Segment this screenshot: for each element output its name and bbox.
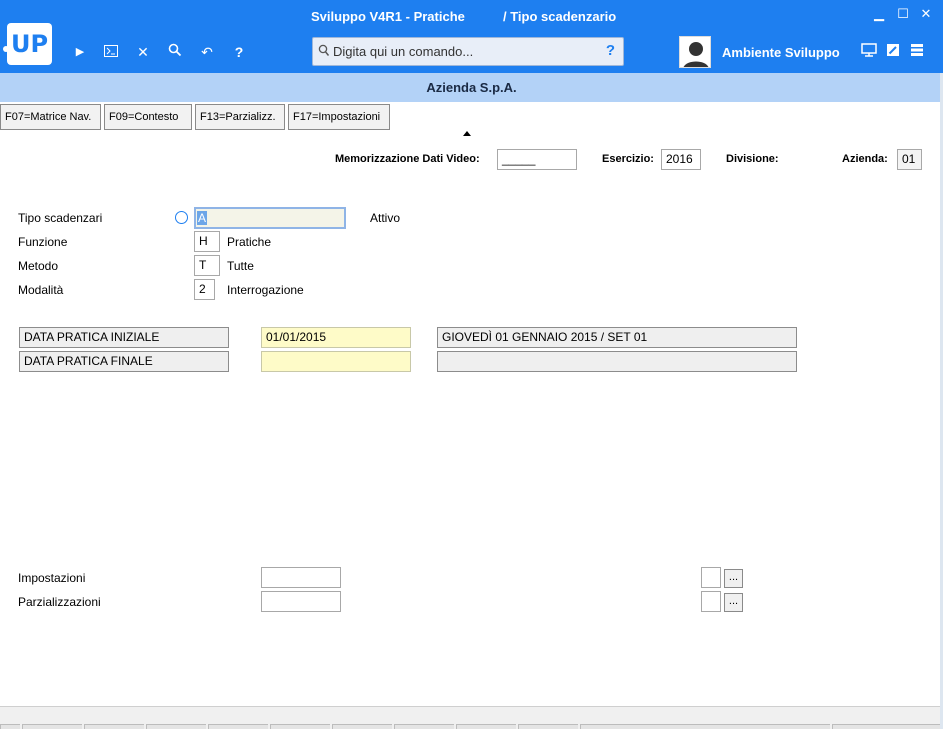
data-pratica-finale-label: DATA PRATICA FINALE	[19, 351, 229, 372]
avatar[interactable]	[679, 36, 711, 68]
help-icon[interactable]: ?	[230, 43, 248, 61]
status-segment	[208, 724, 268, 729]
minimize-icon[interactable]: ▁	[872, 6, 886, 22]
status-segment	[518, 724, 578, 729]
logo-dot	[3, 46, 9, 52]
data-pratica-iniziale-input[interactable]: 01/01/2015	[261, 327, 411, 348]
parzializzazioni-label: Parzializzazioni	[18, 595, 101, 609]
close-icon[interactable]: ✕	[134, 43, 152, 61]
parzializzazioni-code[interactable]	[701, 591, 721, 612]
status-segment	[394, 724, 454, 729]
funzione-description: Pratiche	[227, 235, 272, 249]
window-title: Sviluppo V4R1 - Pratiche	[311, 9, 465, 24]
command-search-icon	[318, 44, 330, 56]
company-bar: Azienda S.p.A.	[0, 73, 943, 102]
divisione-label: Divisione:	[726, 153, 779, 165]
memorizzazione-field[interactable]: _____	[497, 149, 577, 170]
memorizzazione-label: Memorizzazione Dati Video:	[335, 153, 480, 165]
caret-up-icon[interactable]	[463, 131, 471, 136]
tipo-scadenzari-label: Tipo scadenzari	[18, 211, 103, 225]
f13-button[interactable]: F13=Parzializz.	[195, 104, 285, 130]
status-segment	[456, 724, 516, 729]
status-segment	[0, 724, 20, 729]
maximize-icon[interactable]: ☐	[896, 6, 910, 22]
tipo-scadenzari-input[interactable]: A	[194, 207, 346, 229]
status-segment	[22, 724, 82, 729]
play-icon[interactable]: ▶	[71, 43, 89, 61]
command-help-icon[interactable]: ?	[606, 42, 615, 59]
status-segment	[146, 724, 206, 729]
parzializzazioni-input[interactable]	[261, 591, 341, 612]
data-pratica-finale-input[interactable]	[261, 351, 411, 372]
impostazioni-label: Impostazioni	[18, 571, 86, 585]
esercizio-label: Esercizio:	[602, 153, 654, 165]
f17-button[interactable]: F17=Impostazioni	[288, 104, 390, 130]
status-segment	[580, 724, 830, 729]
impostazioni-lookup-button[interactable]: ...	[724, 569, 743, 588]
command-input[interactable]	[333, 42, 603, 61]
impostazioni-code[interactable]	[701, 567, 721, 588]
tipo-scadenzari-value: A	[197, 211, 208, 225]
undo-icon[interactable]: ↶	[198, 43, 216, 61]
metodo-field[interactable]: T	[194, 255, 220, 276]
title-bar: UP Sviluppo V4R1 - Pratiche / Tipo scade…	[0, 0, 943, 73]
funzione-label: Funzione	[18, 235, 68, 249]
console-icon[interactable]	[102, 43, 120, 61]
status-segment	[84, 724, 144, 729]
close-window-icon[interactable]: ✕	[919, 6, 933, 22]
status-segment	[270, 724, 330, 729]
search-icon[interactable]	[166, 43, 184, 61]
command-box[interactable]: ?	[312, 37, 624, 66]
data-pratica-iniziale-label: DATA PRATICA INIZIALE	[19, 327, 229, 348]
monitor-icon[interactable]	[860, 43, 878, 61]
f09-button[interactable]: F09=Contesto	[104, 104, 192, 130]
impostazioni-input[interactable]	[261, 567, 341, 588]
list-menu-icon[interactable]	[908, 43, 926, 61]
f07-button[interactable]: F07=Matrice Nav.	[0, 104, 101, 130]
parzializzazioni-lookup-button[interactable]: ...	[724, 593, 743, 612]
azienda-field: 01	[897, 149, 922, 170]
data-pratica-iniziale-description: GIOVEDÌ 01 GENNAIO 2015 / SET 01	[437, 327, 797, 348]
modalita-label: Modalità	[18, 283, 64, 297]
modalita-field[interactable]: 2	[194, 279, 215, 300]
esercizio-field[interactable]: 2016	[661, 149, 701, 170]
funzione-field[interactable]: H	[194, 231, 220, 252]
azienda-label: Azienda:	[842, 153, 888, 165]
status-bar	[0, 706, 943, 729]
status-segment	[332, 724, 392, 729]
tipo-scadenzari-description: Attivo	[370, 211, 401, 225]
tipo-scadenzari-radio[interactable]	[175, 211, 188, 224]
environment-name: Ambiente Sviluppo	[722, 45, 840, 60]
modalita-description: Interrogazione	[227, 283, 304, 297]
metodo-description: Tutte	[227, 259, 254, 273]
metodo-label: Metodo	[18, 259, 59, 273]
app-logo: UP	[7, 23, 52, 65]
edit-icon[interactable]	[884, 43, 902, 61]
status-segment	[832, 724, 940, 729]
data-pratica-finale-description	[437, 351, 797, 372]
window-subtitle: / Tipo scadenzario	[503, 9, 617, 24]
